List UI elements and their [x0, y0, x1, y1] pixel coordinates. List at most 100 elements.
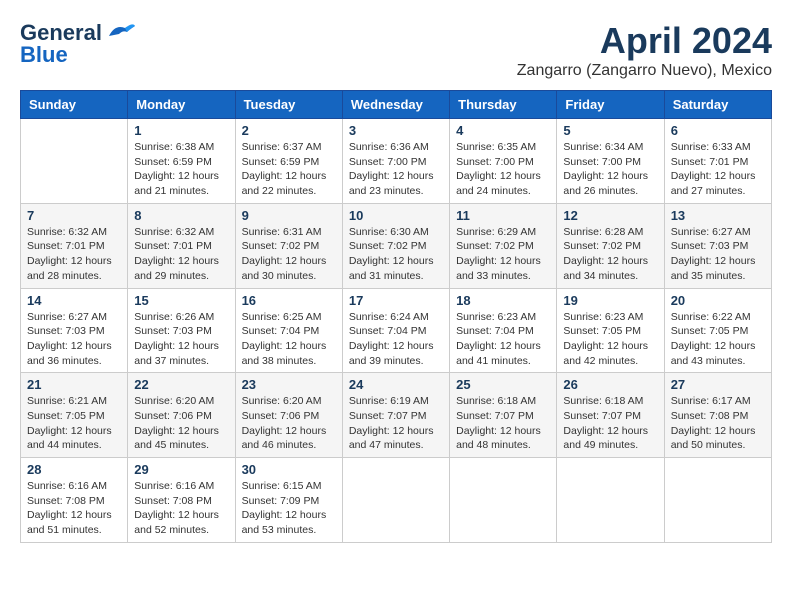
- day-number: 14: [27, 293, 121, 308]
- day-info: Sunrise: 6:24 AMSunset: 7:04 PMDaylight:…: [349, 310, 443, 369]
- day-info: Sunrise: 6:32 AMSunset: 7:01 PMDaylight:…: [134, 225, 228, 284]
- day-number: 5: [563, 123, 657, 138]
- table-row: 9 Sunrise: 6:31 AMSunset: 7:02 PMDaylight…: [235, 203, 342, 288]
- table-row: [557, 458, 664, 543]
- day-info: Sunrise: 6:18 AMSunset: 7:07 PMDaylight:…: [563, 394, 657, 453]
- calendar-week-2: 7 Sunrise: 6:32 AMSunset: 7:01 PMDaylight…: [21, 203, 772, 288]
- table-row: 11Sunrise: 6:29 AMSunset: 7:02 PMDayligh…: [450, 203, 557, 288]
- header-monday: Monday: [128, 91, 235, 119]
- day-info: Sunrise: 6:17 AMSunset: 7:08 PMDaylight:…: [671, 394, 765, 453]
- header-friday: Friday: [557, 91, 664, 119]
- day-number: 15: [134, 293, 228, 308]
- table-row: 5 Sunrise: 6:34 AMSunset: 7:00 PMDaylight…: [557, 119, 664, 204]
- table-row: 6 Sunrise: 6:33 AMSunset: 7:01 PMDaylight…: [664, 119, 771, 204]
- day-number: 13: [671, 208, 765, 223]
- table-row: 17 Sunrise: 6:24 AMSunset: 7:04 PMDayligh…: [342, 288, 449, 373]
- calendar-week-1: 1 Sunrise: 6:38 AMSunset: 6:59 PMDaylight…: [21, 119, 772, 204]
- day-number: 16: [242, 293, 336, 308]
- table-row: 16 Sunrise: 6:25 AMSunset: 7:04 PMDayligh…: [235, 288, 342, 373]
- table-row: 14 Sunrise: 6:27 AMSunset: 7:03 PMDayligh…: [21, 288, 128, 373]
- table-row: 23 Sunrise: 6:20 AMSunset: 7:06 PMDayligh…: [235, 373, 342, 458]
- table-row: 2Sunrise: 6:37 AMSunset: 6:59 PMDaylight…: [235, 119, 342, 204]
- table-row: 8 Sunrise: 6:32 AMSunset: 7:01 PMDaylight…: [128, 203, 235, 288]
- day-info: Sunrise: 6:36 AMSunset: 7:00 PMDaylight:…: [349, 140, 443, 199]
- day-info: Sunrise: 6:34 AMSunset: 7:00 PMDaylight:…: [563, 140, 657, 199]
- day-info: Sunrise: 6:27 AMSunset: 7:03 PMDaylight:…: [27, 310, 121, 369]
- header-saturday: Saturday: [664, 91, 771, 119]
- calendar-week-5: 28 Sunrise: 6:16 AMSunset: 7:08 PMDayligh…: [21, 458, 772, 543]
- day-info: Sunrise: 6:35 AMSunset: 7:00 PMDaylight:…: [456, 140, 550, 199]
- table-row: 26 Sunrise: 6:18 AMSunset: 7:07 PMDayligh…: [557, 373, 664, 458]
- table-row: 27Sunrise: 6:17 AMSunset: 7:08 PMDayligh…: [664, 373, 771, 458]
- day-info: Sunrise: 6:31 AMSunset: 7:02 PMDaylight:…: [242, 225, 336, 284]
- day-info: Sunrise: 6:20 AMSunset: 7:06 PMDaylight:…: [134, 394, 228, 453]
- logo-text-block: General Blue: [20, 20, 137, 68]
- day-number: 8: [134, 208, 228, 223]
- day-info: Sunrise: 6:22 AMSunset: 7:05 PMDaylight:…: [671, 310, 765, 369]
- day-info: Sunrise: 6:38 AMSunset: 6:59 PMDaylight:…: [134, 140, 228, 199]
- calendar-week-3: 14 Sunrise: 6:27 AMSunset: 7:03 PMDayligh…: [21, 288, 772, 373]
- table-row: [21, 119, 128, 204]
- logo-blue: Blue: [20, 42, 68, 68]
- day-info: Sunrise: 6:26 AMSunset: 7:03 PMDaylight:…: [134, 310, 228, 369]
- title-block: April 2024 Zangarro (Zangarro Nuevo), Me…: [517, 20, 772, 80]
- header-thursday: Thursday: [450, 91, 557, 119]
- table-row: 28 Sunrise: 6:16 AMSunset: 7:08 PMDayligh…: [21, 458, 128, 543]
- day-number: 7: [27, 208, 121, 223]
- day-info: Sunrise: 6:16 AMSunset: 7:08 PMDaylight:…: [27, 479, 121, 538]
- calendar-header-row: Sunday Monday Tuesday Wednesday Thursday…: [21, 91, 772, 119]
- page-header: General Blue April 2024 Zangarro (Zangar…: [20, 20, 772, 80]
- table-row: 7 Sunrise: 6:32 AMSunset: 7:01 PMDaylight…: [21, 203, 128, 288]
- day-number: 30: [242, 462, 336, 477]
- table-row: 30 Sunrise: 6:15 AMSunset: 7:09 PMDayligh…: [235, 458, 342, 543]
- day-info: Sunrise: 6:33 AMSunset: 7:01 PMDaylight:…: [671, 140, 765, 199]
- header-tuesday: Tuesday: [235, 91, 342, 119]
- calendar-table: Sunday Monday Tuesday Wednesday Thursday…: [20, 90, 772, 543]
- day-number: 19: [563, 293, 657, 308]
- day-number: 26: [563, 377, 657, 392]
- table-row: 25 Sunrise: 6:18 AMSunset: 7:07 PMDayligh…: [450, 373, 557, 458]
- day-number: 23: [242, 377, 336, 392]
- day-number: 24: [349, 377, 443, 392]
- header-wednesday: Wednesday: [342, 91, 449, 119]
- day-info: Sunrise: 6:18 AMSunset: 7:07 PMDaylight:…: [456, 394, 550, 453]
- day-info: Sunrise: 6:16 AMSunset: 7:08 PMDaylight:…: [134, 479, 228, 538]
- day-number: 6: [671, 123, 765, 138]
- day-number: 20: [671, 293, 765, 308]
- day-number: 28: [27, 462, 121, 477]
- day-info: Sunrise: 6:19 AMSunset: 7:07 PMDaylight:…: [349, 394, 443, 453]
- day-info: Sunrise: 6:28 AMSunset: 7:02 PMDaylight:…: [563, 225, 657, 284]
- table-row: 15 Sunrise: 6:26 AMSunset: 7:03 PMDayligh…: [128, 288, 235, 373]
- day-number: 1: [134, 123, 228, 138]
- table-row: 20 Sunrise: 6:22 AMSunset: 7:05 PMDayligh…: [664, 288, 771, 373]
- table-row: [342, 458, 449, 543]
- table-row: [664, 458, 771, 543]
- table-row: 19Sunrise: 6:23 AMSunset: 7:05 PMDayligh…: [557, 288, 664, 373]
- calendar-week-4: 21 Sunrise: 6:21 AMSunset: 7:05 PMDayligh…: [21, 373, 772, 458]
- day-number: 2: [242, 123, 336, 138]
- table-row: 4 Sunrise: 6:35 AMSunset: 7:00 PMDaylight…: [450, 119, 557, 204]
- day-number: 17: [349, 293, 443, 308]
- day-info: Sunrise: 6:20 AMSunset: 7:06 PMDaylight:…: [242, 394, 336, 453]
- day-info: Sunrise: 6:15 AMSunset: 7:09 PMDaylight:…: [242, 479, 336, 538]
- day-number: 29: [134, 462, 228, 477]
- table-row: 18Sunrise: 6:23 AMSunset: 7:04 PMDayligh…: [450, 288, 557, 373]
- day-number: 9: [242, 208, 336, 223]
- day-info: Sunrise: 6:27 AMSunset: 7:03 PMDaylight:…: [671, 225, 765, 284]
- day-number: 4: [456, 123, 550, 138]
- header-sunday: Sunday: [21, 91, 128, 119]
- table-row: 22Sunrise: 6:20 AMSunset: 7:06 PMDayligh…: [128, 373, 235, 458]
- table-row: 13 Sunrise: 6:27 AMSunset: 7:03 PMDayligh…: [664, 203, 771, 288]
- table-row: 12 Sunrise: 6:28 AMSunset: 7:02 PMDayligh…: [557, 203, 664, 288]
- day-number: 12: [563, 208, 657, 223]
- day-number: 10: [349, 208, 443, 223]
- day-number: 25: [456, 377, 550, 392]
- day-info: Sunrise: 6:32 AMSunset: 7:01 PMDaylight:…: [27, 225, 121, 284]
- day-info: Sunrise: 6:25 AMSunset: 7:04 PMDaylight:…: [242, 310, 336, 369]
- table-row: [450, 458, 557, 543]
- table-row: 29 Sunrise: 6:16 AMSunset: 7:08 PMDayligh…: [128, 458, 235, 543]
- day-info: Sunrise: 6:21 AMSunset: 7:05 PMDaylight:…: [27, 394, 121, 453]
- day-number: 21: [27, 377, 121, 392]
- logo: General Blue: [20, 20, 137, 68]
- table-row: 24 Sunrise: 6:19 AMSunset: 7:07 PMDayligh…: [342, 373, 449, 458]
